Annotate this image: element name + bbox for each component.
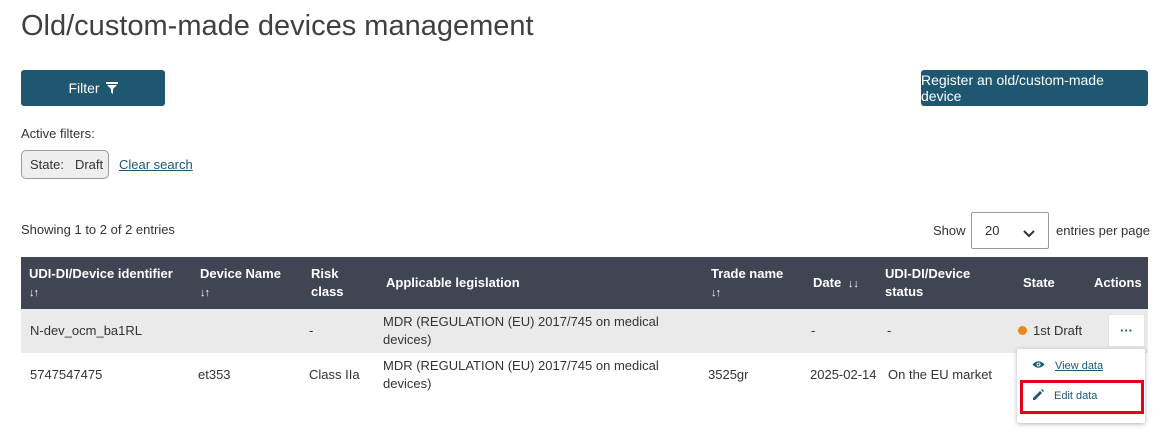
header-risk-class: Risk class: [311, 265, 344, 301]
header-device-name[interactable]: Device Name ↓↑: [200, 265, 281, 302]
page-size-value: 20: [985, 223, 1000, 238]
view-data-label: View data: [1055, 360, 1104, 372]
table-row: 5747547475 et353 Class IIa MDR (REGULATI…: [21, 353, 1148, 397]
actions-dropdown-menu: View data Edit data: [1017, 349, 1145, 423]
table-header: UDI-DI/Device identifier ↓↑ Device Name …: [21, 257, 1148, 309]
clear-search-link[interactable]: Clear search: [119, 157, 193, 172]
cell-trade-name: 3525gr: [708, 367, 749, 382]
cell-udi-status: -: [887, 323, 892, 338]
view-data-menu-item[interactable]: View data: [1017, 351, 1145, 381]
state-label: 1st Draft: [1033, 323, 1083, 338]
header-udi-status: UDI-DI/Device status: [885, 265, 970, 301]
cell-legislation: MDR (REGULATION (EU) 2017/745 on medical…: [383, 357, 659, 393]
cell-legislation-line1: MDR (REGULATION (EU) 2017/745 on medical: [383, 314, 659, 329]
cell-legislation: MDR (REGULATION (EU) 2017/745 on medical…: [383, 313, 659, 349]
header-trade-name[interactable]: Trade name ↓↑: [711, 265, 783, 302]
chevron-down-icon: [1023, 226, 1035, 241]
header-udi[interactable]: UDI-DI/Device identifier ↓↑: [29, 265, 173, 302]
sort-icon: ↓↑: [711, 287, 721, 299]
edit-data-menu-item[interactable]: Edit data: [1017, 381, 1145, 411]
eye-icon: [1032, 360, 1045, 372]
header-legislation: Applicable legislation: [386, 275, 520, 290]
register-device-button[interactable]: Register an old/custom-made device: [921, 70, 1148, 106]
cell-udi: N-dev_ocm_ba1RL: [30, 323, 143, 338]
active-filters-label: Active filters:: [21, 126, 95, 141]
entries-per-page-label: entries per page: [1056, 223, 1150, 238]
header-risk-class-line1: Risk: [311, 266, 339, 281]
cell-risk-class: Class IIa: [309, 367, 360, 382]
pencil-icon: [1032, 388, 1044, 404]
filter-button-label: Filter: [68, 80, 100, 96]
cell-risk-class: -: [309, 323, 314, 338]
header-risk-class-line2: class: [311, 284, 344, 299]
filter-icon: [105, 82, 118, 94]
filter-button[interactable]: Filter: [21, 70, 165, 106]
filter-chip-value: Draft: [74, 157, 104, 172]
header-date[interactable]: Date ↓↓: [813, 274, 859, 293]
cell-udi: 5747547475: [30, 367, 103, 382]
header-udi-status-line2: status: [885, 284, 924, 299]
sort-icon: ↓↑: [29, 287, 39, 299]
cell-legislation-line2: devices): [383, 332, 432, 347]
header-udi-label: UDI-DI/Device identifier: [29, 266, 173, 281]
row-actions-button[interactable]: ···: [1108, 314, 1145, 347]
header-actions: Actions: [1094, 275, 1142, 290]
header-udi-status-line1: UDI-DI/Device: [885, 266, 971, 281]
show-label: Show: [933, 223, 966, 238]
sort-icon: ↓↑: [200, 287, 210, 299]
filter-chip-state[interactable]: State: Draft: [21, 150, 109, 179]
cell-state: 1st Draft: [1018, 322, 1082, 340]
page-size-select[interactable]: 20: [971, 212, 1049, 249]
cell-legislation-line1: MDR (REGULATION (EU) 2017/745 on medical: [383, 358, 659, 373]
cell-date: 2025-02-14: [810, 367, 877, 382]
entries-info: Showing 1 to 2 of 2 entries: [21, 222, 175, 237]
header-state: State: [1023, 275, 1055, 290]
cell-legislation-line2: devices): [383, 376, 432, 391]
header-device-name-label: Device Name: [200, 266, 281, 281]
header-trade-name-label: Trade name: [711, 266, 784, 281]
state-dot-icon: [1018, 326, 1027, 336]
table-row: N-dev_ocm_ba1RL - MDR (REGULATION (EU) 2…: [21, 309, 1148, 353]
cell-udi-status: On the EU market: [888, 367, 993, 382]
header-date-label: Date: [813, 275, 842, 290]
page-title: Old/custom-made devices management: [21, 10, 534, 42]
sort-desc-icon: ↓↓: [847, 278, 859, 290]
cell-device-name: et353: [198, 367, 231, 382]
edit-data-label: Edit data: [1054, 390, 1098, 402]
cell-date: -: [811, 323, 816, 338]
filter-chip-key: State:: [30, 157, 64, 172]
